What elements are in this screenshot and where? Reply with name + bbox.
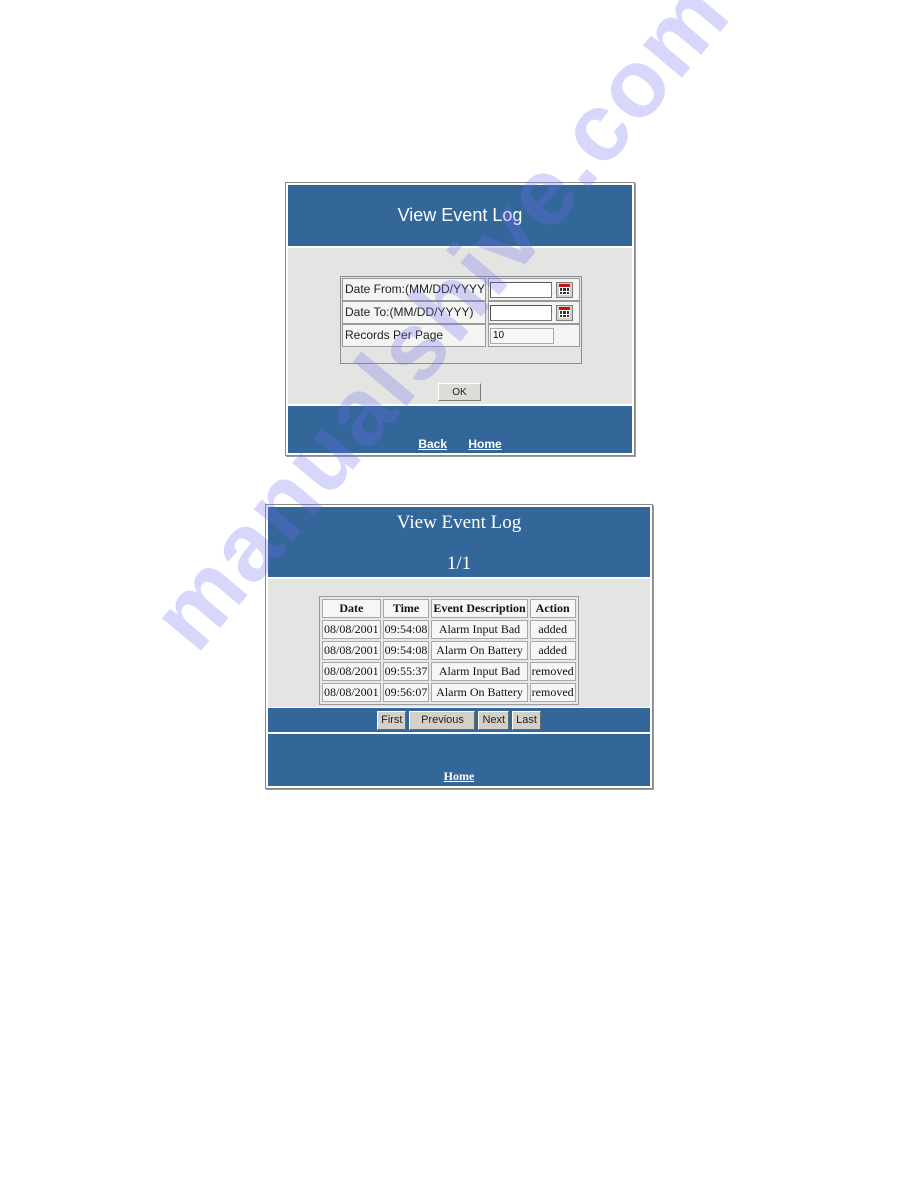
column-header-date: Date (322, 599, 381, 618)
cell-date: 08/08/2001 (322, 641, 381, 660)
event-log-panel: View Event Log 1/1 Date Time Event Descr… (265, 504, 653, 789)
date-to-calendar-button[interactable] (556, 304, 573, 321)
panel-footer: Back Home (288, 406, 632, 453)
cell-action: removed (529, 662, 576, 681)
cell-event: Alarm On Battery (431, 683, 528, 702)
date-to-input[interactable] (490, 304, 552, 321)
page-title: View Event Log (397, 205, 523, 225)
table-header-row: Date Time Event Description Action (322, 599, 576, 618)
records-per-page-input[interactable] (490, 327, 554, 344)
records-per-page-label: Records Per Page (342, 324, 486, 347)
column-header-event-description: Event Description (431, 599, 528, 618)
table-row: 08/08/2001 09:56:07 Alarm On Battery rem… (322, 683, 576, 702)
calendar-icon (559, 284, 570, 295)
last-page-button[interactable]: Last (512, 710, 541, 730)
cell-time: 09:54:08 (382, 641, 430, 660)
event-log-table: Date Time Event Description Action 08/08… (319, 596, 579, 705)
panel-header: View Event Log (288, 185, 632, 246)
cell-action: removed (529, 683, 576, 702)
back-link[interactable]: Back (418, 437, 447, 451)
home-link[interactable]: Home (468, 437, 501, 451)
form-row-date-from: Date From:(MM/DD/YYYY) (341, 277, 581, 301)
table-row: 08/08/2001 09:55:37 Alarm Input Bad remo… (322, 662, 576, 681)
home-link[interactable]: Home (444, 769, 475, 783)
date-from-label: Date From:(MM/DD/YYYY) (342, 278, 486, 301)
cell-event: Alarm Input Bad (431, 620, 528, 639)
calendar-icon (559, 307, 570, 318)
filter-form-table: Date From:(MM/DD/YYYY) Date To:(MM/DD/YY… (340, 276, 582, 364)
page-indicator: 1/1 (446, 553, 472, 574)
cell-action: added (529, 641, 576, 660)
cell-time: 09:54:08 (382, 620, 430, 639)
form-body: Date From:(MM/DD/YYYY) Date To:(MM/DD/YY… (288, 248, 632, 404)
cell-date: 08/08/2001 (322, 620, 381, 639)
date-from-calendar-button[interactable] (556, 281, 573, 298)
column-header-time: Time (382, 599, 430, 618)
column-header-action: Action (529, 599, 576, 618)
cell-date: 08/08/2001 (322, 683, 381, 702)
cell-time: 09:56:07 (382, 683, 430, 702)
cell-event: Alarm Input Bad (431, 662, 528, 681)
date-from-input[interactable] (490, 281, 552, 298)
cell-date: 08/08/2001 (322, 662, 381, 681)
form-row-date-to: Date To:(MM/DD/YYYY) (341, 300, 581, 324)
table-row: 08/08/2001 09:54:08 Alarm Input Bad adde… (322, 620, 576, 639)
pagination-bar: First Previous Next Last (268, 708, 650, 732)
table-row: 08/08/2001 09:54:08 Alarm On Battery add… (322, 641, 576, 660)
form-row-records-per-page: Records Per Page (341, 323, 581, 347)
date-filter-panel: View Event Log Date From:(MM/DD/YYYY) Da… (285, 182, 635, 456)
first-page-button[interactable]: First (377, 710, 407, 730)
cell-event: Alarm On Battery (431, 641, 528, 660)
panel-header: View Event Log 1/1 (268, 507, 650, 577)
cell-action: added (529, 620, 576, 639)
date-to-label: Date To:(MM/DD/YYYY) (342, 301, 486, 324)
panel-footer: Home (268, 734, 650, 786)
previous-page-button[interactable]: Previous (409, 710, 476, 730)
cell-time: 09:55:37 (382, 662, 430, 681)
page-title: View Event Log (396, 512, 522, 533)
next-page-button[interactable]: Next (478, 710, 510, 730)
log-body: Date Time Event Description Action 08/08… (268, 579, 650, 707)
ok-button[interactable]: OK (438, 383, 481, 401)
